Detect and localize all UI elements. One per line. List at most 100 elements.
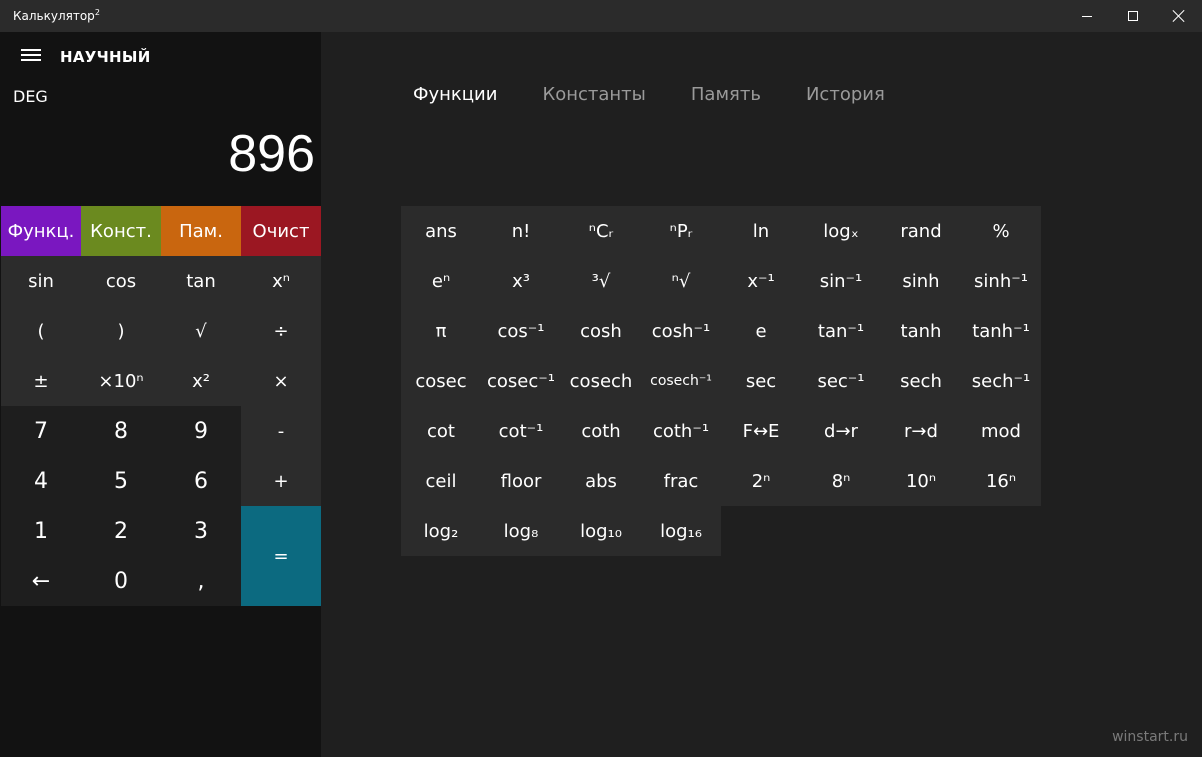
mode-title: НАУЧНЫЙ xyxy=(60,48,151,66)
tan-key[interactable]: tan xyxy=(161,256,241,306)
function-key[interactable]: F↔E xyxy=(721,406,801,456)
function-key[interactable]: ln xyxy=(721,206,801,256)
function-key[interactable]: d→r xyxy=(801,406,881,456)
function-key[interactable]: logₓ xyxy=(801,206,881,256)
function-key[interactable]: tanh xyxy=(881,306,961,356)
digit-1-key[interactable]: 1 xyxy=(1,506,81,556)
function-key[interactable]: ³√ xyxy=(561,256,641,306)
function-key[interactable]: n! xyxy=(481,206,561,256)
digit-3-key[interactable]: 3 xyxy=(161,506,241,556)
function-key[interactable]: log₁₆ xyxy=(641,506,721,556)
function-key[interactable]: tan⁻¹ xyxy=(801,306,881,356)
digit-2-key[interactable]: 2 xyxy=(81,506,161,556)
function-key[interactable]: sech⁻¹ xyxy=(961,356,1041,406)
function-key[interactable]: 10ⁿ xyxy=(881,456,961,506)
close-button[interactable] xyxy=(1156,0,1202,32)
minus-key[interactable]: - xyxy=(241,406,321,456)
function-key[interactable]: cos⁻¹ xyxy=(481,306,561,356)
function-key[interactable]: ⁿCᵣ xyxy=(561,206,641,256)
cos-key[interactable]: cos xyxy=(81,256,161,306)
digit-9-key[interactable]: 9 xyxy=(161,406,241,456)
divide-key[interactable]: ÷ xyxy=(241,306,321,356)
digit-0-key[interactable]: 0 xyxy=(81,556,161,606)
power-key[interactable]: xⁿ xyxy=(241,256,321,306)
function-key[interactable]: r→d xyxy=(881,406,961,456)
function-key[interactable]: mod xyxy=(961,406,1041,456)
function-key[interactable]: cosec xyxy=(401,356,481,406)
function-key[interactable]: tanh⁻¹ xyxy=(961,306,1041,356)
tab-memory[interactable]: Память xyxy=(691,84,761,105)
negate-key[interactable]: ± xyxy=(1,356,81,406)
functions-category-button[interactable]: Функц. xyxy=(1,206,81,256)
sin-key[interactable]: sin xyxy=(1,256,81,306)
result-display: 896 xyxy=(228,125,315,183)
function-key[interactable]: floor xyxy=(481,456,561,506)
function-key[interactable]: coth⁻¹ xyxy=(641,406,721,456)
tab-functions[interactable]: Функции xyxy=(413,84,497,105)
function-key[interactable]: cosech xyxy=(561,356,641,406)
function-key[interactable]: cosh xyxy=(561,306,641,356)
function-key[interactable]: cosh⁻¹ xyxy=(641,306,721,356)
function-key[interactable]: ⁿPᵣ xyxy=(641,206,721,256)
function-key[interactable]: log₈ xyxy=(481,506,561,556)
tab-history[interactable]: История xyxy=(806,84,885,105)
function-key[interactable]: 2ⁿ xyxy=(721,456,801,506)
function-key[interactable]: x³ xyxy=(481,256,561,306)
hamburger-menu-icon[interactable] xyxy=(21,49,41,63)
function-key[interactable]: sinh xyxy=(881,256,961,306)
function-key[interactable]: sinh⁻¹ xyxy=(961,256,1041,306)
memory-category-button[interactable]: Пам. xyxy=(161,206,241,256)
function-key[interactable]: x⁻¹ xyxy=(721,256,801,306)
function-key[interactable]: log₁₀ xyxy=(561,506,641,556)
clear-button[interactable]: Очист xyxy=(241,206,321,256)
square-key[interactable]: x² xyxy=(161,356,241,406)
function-key[interactable]: 16ⁿ xyxy=(961,456,1041,506)
digit-5-key[interactable]: 5 xyxy=(81,456,161,506)
function-key[interactable]: ceil xyxy=(401,456,481,506)
function-key[interactable]: log₂ xyxy=(401,506,481,556)
function-key[interactable]: 8ⁿ xyxy=(801,456,881,506)
plus-key[interactable]: + xyxy=(241,456,321,506)
function-key[interactable]: sec xyxy=(721,356,801,406)
constants-category-button[interactable]: Конст. xyxy=(81,206,161,256)
times-ten-power-key[interactable]: ×10ⁿ xyxy=(81,356,161,406)
digit-6-key[interactable]: 6 xyxy=(161,456,241,506)
maximize-button[interactable] xyxy=(1110,0,1156,32)
open-paren-key[interactable]: ( xyxy=(1,306,81,356)
title-bar: Калькулятор2 xyxy=(0,0,1202,32)
function-key[interactable]: cosech⁻¹ xyxy=(641,356,721,406)
function-key[interactable]: % xyxy=(961,206,1041,256)
function-key[interactable]: ⁿ√ xyxy=(641,256,721,306)
function-key[interactable]: sin⁻¹ xyxy=(801,256,881,306)
minimize-icon xyxy=(1082,15,1092,17)
multiply-key[interactable]: × xyxy=(241,356,321,406)
function-key[interactable]: e xyxy=(721,306,801,356)
functions-grid: ans n! ⁿCᵣ ⁿPᵣ ln logₓ rand% eⁿ x³ ³√ ⁿ√ x⁻¹ sin⁻¹ si… xyxy=(401,206,1041,556)
sqrt-key[interactable]: √ xyxy=(161,306,241,356)
digit-7-key[interactable]: 7 xyxy=(1,406,81,456)
function-key[interactable]: cosec⁻¹ xyxy=(481,356,561,406)
tab-constants[interactable]: Константы xyxy=(542,84,645,105)
close-paren-key[interactable]: ) xyxy=(81,306,161,356)
panel-tabs: Функции Константы Память История xyxy=(413,84,930,105)
digit-4-key[interactable]: 4 xyxy=(1,456,81,506)
minimize-button[interactable] xyxy=(1064,0,1110,32)
function-key[interactable]: cot⁻¹ xyxy=(481,406,561,456)
angle-mode-toggle[interactable]: DEG xyxy=(13,87,48,106)
function-key[interactable]: sech xyxy=(881,356,961,406)
function-key[interactable]: sec⁻¹ xyxy=(801,356,881,406)
decimal-separator-key[interactable]: , xyxy=(161,556,241,606)
function-key[interactable]: coth xyxy=(561,406,641,456)
function-key[interactable]: abs xyxy=(561,456,641,506)
function-key[interactable]: ans xyxy=(401,206,481,256)
function-key[interactable]: rand xyxy=(881,206,961,256)
digit-8-key[interactable]: 8 xyxy=(81,406,161,456)
function-key[interactable]: eⁿ xyxy=(401,256,481,306)
app-title: Калькулятор2 xyxy=(13,8,100,23)
function-key[interactable]: frac xyxy=(641,456,721,506)
function-key[interactable]: cot xyxy=(401,406,481,456)
backspace-key[interactable]: ← xyxy=(1,556,81,606)
function-key[interactable]: π xyxy=(401,306,481,356)
equals-key[interactable]: = xyxy=(241,506,321,606)
watermark: winstart.ru xyxy=(1112,729,1188,745)
